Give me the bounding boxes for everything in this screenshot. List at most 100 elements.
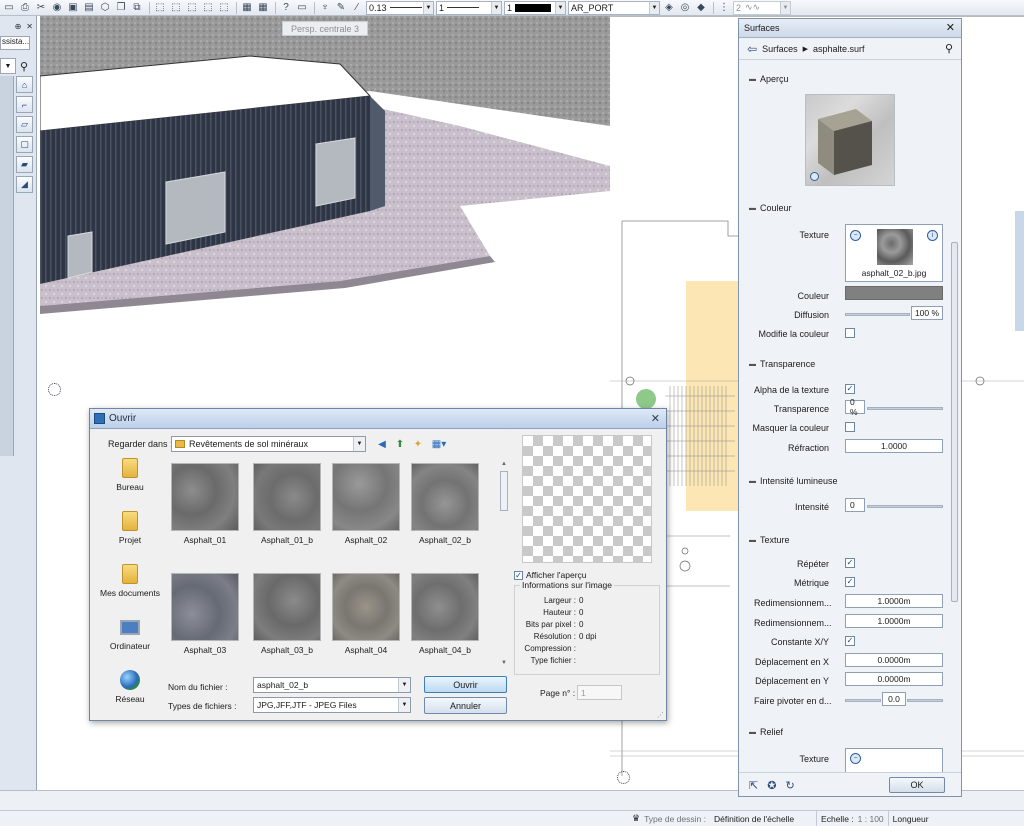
zoom-select[interactable]: 2 ∿∿ ▼ (733, 0, 791, 15)
format-painter-icon[interactable]: ♆ (318, 1, 332, 14)
wall-icon[interactable]: ▱ (16, 116, 33, 133)
select-window-icon[interactable]: ⬚ (201, 1, 215, 14)
place-projet[interactable]: Projet (96, 510, 164, 545)
pipette-icon[interactable]: ⁄ (350, 1, 364, 14)
stairs-icon[interactable]: ⌐ (16, 96, 33, 113)
file-item[interactable]: Asphalt_01_b (252, 463, 322, 545)
surfaces-titlebar[interactable]: Surfaces (739, 19, 961, 38)
filename-input[interactable]: asphalt_02_b ▼ (253, 677, 411, 693)
diffusion-slider[interactable] (845, 313, 910, 316)
bucket-icon[interactable]: ◈ (662, 1, 676, 14)
reset-icon[interactable]: ↻ (785, 779, 794, 792)
folder-select[interactable]: Revêtements de sol minéraux ▼ (171, 436, 366, 452)
texture-slot[interactable]: − i asphalt_02_b.jpg (845, 224, 943, 282)
place-ordinateur[interactable]: Ordinateur (96, 616, 164, 651)
metrique-checkbox[interactable]: ✓ (845, 577, 855, 587)
color-swatch[interactable] (845, 286, 943, 300)
help-icon[interactable]: ? (279, 1, 293, 14)
dialog-titlebar[interactable]: Ouvrir (90, 409, 666, 429)
dropdown-arrow-icon[interactable]: ▼ (353, 437, 365, 451)
scroll-down-icon[interactable]: ▼ (501, 660, 507, 666)
ok-button[interactable]: OK (889, 777, 945, 793)
cancel-button[interactable]: Annuler (424, 697, 507, 714)
file-item[interactable]: Asphalt_03 (170, 573, 240, 655)
navigation-icon[interactable] (48, 383, 61, 396)
masquer-checkbox[interactable] (845, 422, 855, 432)
file-item[interactable]: Asphalt_01 (170, 463, 240, 545)
close-icon[interactable]: ✕ (651, 412, 660, 425)
select-add-icon[interactable]: ⬚ (169, 1, 183, 14)
back-icon[interactable]: ◀ (375, 437, 389, 451)
file-item[interactable]: Asphalt_03_b (252, 573, 322, 655)
dropdown-arrow-icon[interactable]: ▼ (491, 1, 501, 14)
dropdown-arrow-icon[interactable]: ▼ (555, 1, 565, 14)
assistant-tab[interactable]: ssista... (0, 36, 30, 50)
scrollbar-thumb[interactable] (500, 471, 508, 511)
file-item[interactable]: Asphalt_04_b (410, 573, 480, 655)
pin-icon[interactable]: ⊕ (15, 22, 22, 31)
open-button[interactable]: Ouvrir (424, 676, 507, 693)
image-icon[interactable]: ▣ (66, 1, 80, 14)
alpha-checkbox[interactable]: ✓ (845, 384, 855, 394)
window-icon[interactable]: ▭ (2, 1, 16, 14)
navigation-icon[interactable] (617, 771, 630, 784)
roof-icon[interactable]: ⌂ (16, 76, 33, 93)
thumbnail-scrollbar[interactable]: ▲ ▼ (499, 461, 509, 666)
transparence-slider[interactable] (867, 407, 943, 410)
favorite-icon[interactable]: ✪ (767, 779, 776, 792)
cube-icon[interactable]: ⬡ (98, 1, 112, 14)
info-circle-icon[interactable]: i (927, 230, 938, 241)
section-relief[interactable]: ▬ Relief (749, 727, 783, 737)
select-all-icon[interactable]: ⬚ (217, 1, 231, 14)
dropdown-arrow-icon[interactable]: ▼ (780, 1, 790, 14)
place-bureau[interactable]: Bureau (96, 457, 164, 492)
window-tool-icon[interactable]: ▢ (16, 136, 33, 153)
scrollbar-thumb[interactable] (951, 242, 958, 602)
copy-icon[interactable]: ⧉ (130, 1, 144, 14)
pen-icon[interactable]: ✎ (334, 1, 348, 14)
show-preview-checkbox[interactable]: ✓ Afficher l'aperçu (514, 570, 587, 580)
color-select[interactable]: 1 ▼ (504, 0, 566, 15)
page-number-input[interactable]: 1 (577, 685, 622, 700)
checkbox-checked[interactable]: ✓ (514, 570, 523, 580)
grid-icon[interactable]: ▦ (240, 1, 254, 14)
drawing-type-value[interactable]: Définition de l'échelle (714, 814, 794, 824)
minus-circle-icon[interactable]: − (850, 230, 861, 241)
plotter-icon[interactable]: ⎙ (18, 1, 32, 14)
line-type-select[interactable]: 1 ▼ (436, 0, 502, 15)
dropdown-arrow-icon[interactable]: ▼ (398, 698, 410, 712)
back-arrow-icon[interactable]: ⇦ (747, 42, 757, 56)
reflect-icon[interactable]: ◆ (694, 1, 708, 14)
layer-select[interactable]: AR_PORT ▼ (568, 0, 660, 15)
relief-texture-slot[interactable]: − (845, 748, 943, 772)
intensite-input[interactable]: 0 (845, 498, 865, 512)
light-toggle-icon[interactable] (810, 172, 819, 181)
place-reseau[interactable]: Réseau (96, 669, 164, 704)
minus-circle-icon[interactable]: − (850, 753, 861, 764)
redim1-input[interactable]: 1.0000m (845, 594, 943, 608)
place-documents[interactable]: Mes documents (96, 563, 164, 598)
properties-scrollbar[interactable] (950, 212, 959, 632)
pen-thickness-select[interactable]: 0.13 ▼ (366, 0, 434, 15)
search-icon[interactable]: ⚲ (16, 58, 32, 74)
diffusion-input[interactable]: 100 % (911, 306, 943, 320)
monitor-icon[interactable]: ▭ (295, 1, 309, 14)
scale-cell[interactable]: Echelle : 1 : 100 (816, 810, 888, 826)
file-item[interactable]: Asphalt_02_b (410, 463, 480, 545)
open-folder-icon[interactable]: ⇱ (749, 779, 758, 792)
section-transparence[interactable]: ▬ Transparence (749, 359, 815, 369)
transparence-input[interactable]: 0 % (845, 397, 865, 417)
file-item[interactable]: Asphalt_04 (331, 573, 401, 655)
refraction-input[interactable]: 1.0000 (845, 439, 943, 453)
layers-icon[interactable]: ❐ (114, 1, 128, 14)
modifie-checkbox[interactable] (845, 328, 855, 338)
section-texture[interactable]: ▬ Texture (749, 535, 790, 545)
section-couleur[interactable]: ▬ Couleur (749, 203, 792, 213)
length-cell[interactable]: Longueur (887, 810, 933, 826)
layout-icon[interactable]: ▤ (82, 1, 96, 14)
select-remove-icon[interactable]: ⬚ (185, 1, 199, 14)
pivot-slider[interactable] (907, 699, 943, 702)
ramp-icon[interactable]: ◢ (16, 176, 33, 193)
dropdown-arrow-icon[interactable]: ▼ (398, 678, 410, 692)
view-menu-icon[interactable]: ▦▾ (429, 437, 449, 451)
